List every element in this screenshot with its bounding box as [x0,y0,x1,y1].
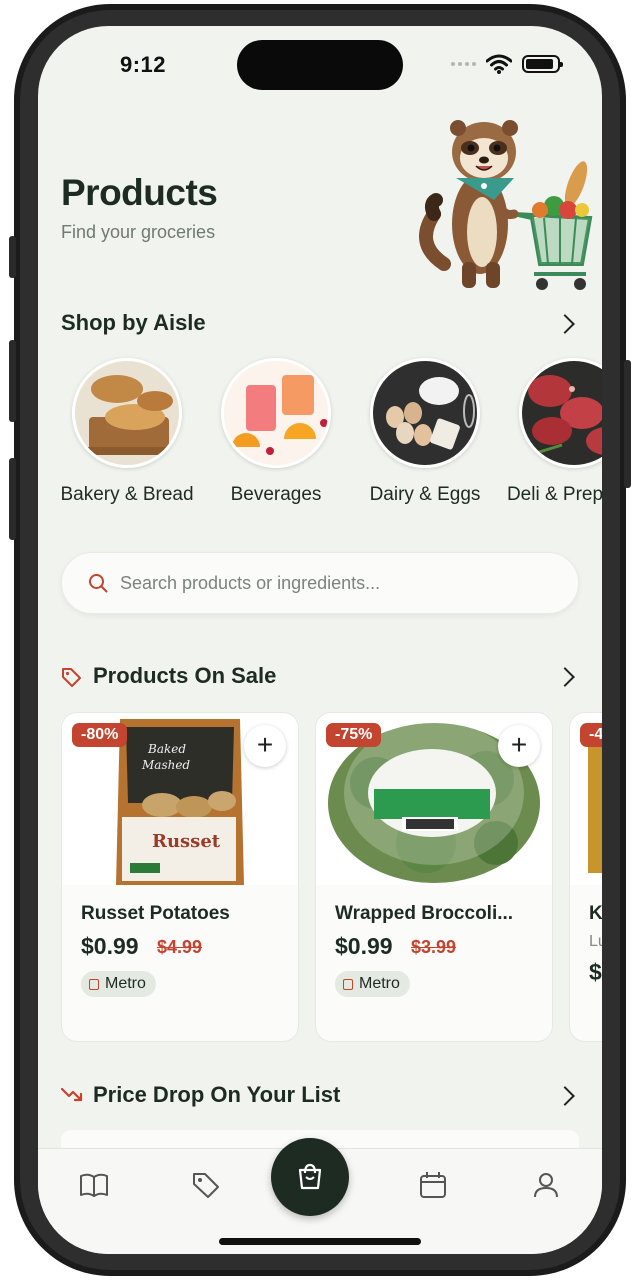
aisle-carousel[interactable]: Bakery & Bread Beverages Dairy & Eggs De… [38,358,602,538]
calendar-icon[interactable] [417,1169,449,1201]
product-old-price: $4.99 [157,937,203,957]
product-price: $0.99 [81,933,139,959]
store-icon [89,978,99,990]
shopping-bag-button[interactable] [271,1138,349,1216]
dynamic-island [237,40,403,90]
add-to-list-button[interactable]: + [244,725,286,767]
product-name: K [589,903,602,924]
shopping-bag-icon [298,1163,322,1190]
wifi-icon [486,54,512,74]
battery-icon [522,55,563,73]
action-button [9,236,16,278]
products-on-sale-chevron-icon[interactable] [555,667,575,687]
aisle-item-dairy-eggs[interactable]: Dairy & Eggs [350,358,500,507]
aisle-item-bakery[interactable]: Bakery & Bread [52,358,202,507]
search-bar[interactable] [61,552,579,614]
aisle-label: Deli & Prepared [506,484,602,505]
search-input[interactable] [120,553,560,613]
store-badge: Metro [335,971,410,997]
aisle-item-beverages[interactable]: Beverages [201,358,351,507]
discount-badge: -4 [580,723,602,747]
svg-text:Russet: Russet [152,831,221,852]
tag-icon[interactable] [190,1169,222,1201]
aisle-label: Bakery & Bread [60,484,194,505]
sale-tag-icon [62,668,81,687]
product-price: $0.99 [335,933,393,959]
store-name: Metro [359,975,400,992]
discount-badge: -80% [72,723,128,747]
product-brand: Lu [589,933,602,950]
ferret-mascot-illustration [419,120,593,290]
bakery-image [72,358,182,468]
store-name: Metro [105,975,146,992]
svg-text:Baked: Baked [147,742,186,756]
beverages-image [221,358,331,468]
signal-icon [451,62,476,66]
store-icon [343,978,353,990]
deli-image [519,358,602,468]
power-button [624,360,631,488]
book-icon[interactable] [78,1169,110,1201]
price-drop-title: Price Drop On Your List [93,1082,341,1107]
price-drop-chevron-icon[interactable] [555,1086,575,1106]
status-time: 9:12 [120,52,167,77]
aisle-label: Beverages [230,484,322,505]
volume-up-button [9,340,16,422]
product-card-partial[interactable]: -4 K Lu $ [569,712,602,1042]
status-icons [451,54,563,74]
search-icon [89,574,108,593]
discount-badge: -75% [326,723,382,747]
volume-down-button [9,458,16,540]
product-name: Wrapped Broccoli... [335,903,514,924]
product-price: $ [589,959,602,985]
user-icon[interactable] [530,1169,562,1201]
aisle-item-deli[interactable]: Deli & Prepared [499,358,602,507]
screen: 9:12 Products Find your groceries Shop b… [38,26,602,1254]
shop-by-aisle-title: Shop by Aisle [61,310,206,335]
product-card-wrapped-broccoli[interactable]: -75% + Wrapped Broccoli... $0.99 $3.99 M… [315,712,553,1042]
store-badge: Metro [81,971,156,997]
dairy-eggs-image [370,358,480,468]
product-card-russet-potatoes[interactable]: Baked Mashed Russet -80% + Russet Potato… [61,712,299,1042]
page-subtitle: Find your groceries [61,222,216,242]
svg-text:Mashed: Mashed [141,758,190,772]
page-title: Products [61,172,218,213]
product-old-price: $3.99 [411,937,457,957]
products-on-sale-title: Products On Sale [93,663,277,688]
product-name: Russet Potatoes [81,903,230,924]
trending-down-icon [60,1087,83,1102]
shop-by-aisle-chevron-icon[interactable] [555,314,575,334]
aisle-label: Dairy & Eggs [369,484,481,505]
home-indicator [219,1238,421,1245]
add-to-list-button[interactable]: + [498,725,540,767]
